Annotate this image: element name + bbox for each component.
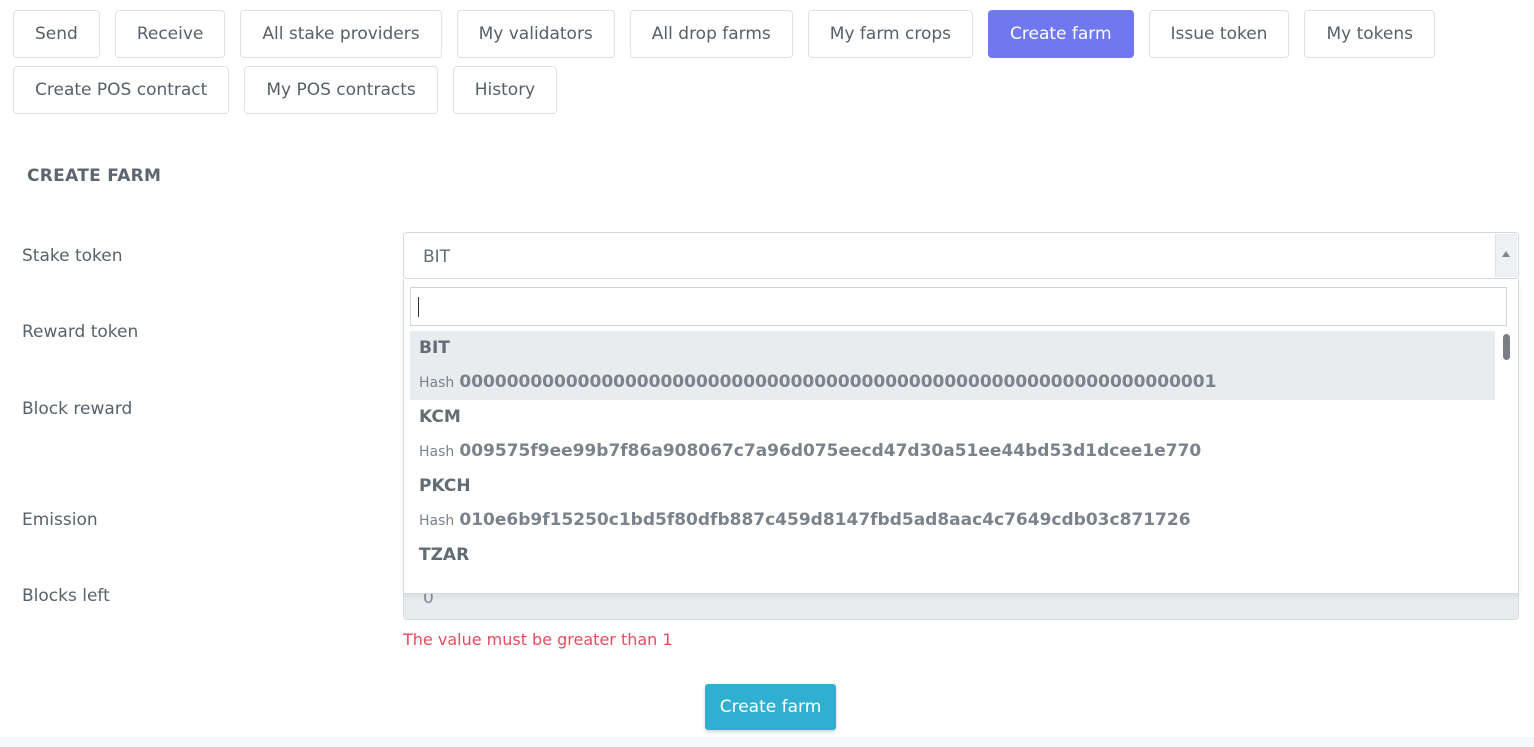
option-hash-row: Hash 00000000000000000000000000000000000… bbox=[419, 372, 1216, 392]
blocks-left-label: Blocks left bbox=[22, 586, 110, 606]
text-caret bbox=[418, 297, 419, 317]
tab-all-drop-farms[interactable]: All drop farms bbox=[629, 10, 793, 58]
dropdown-options-list: BIT Hash 0000000000000000000000000000000… bbox=[410, 331, 1495, 593]
tab-bar: Send Receive All stake providers My vali… bbox=[13, 10, 1523, 122]
tab-all-stake-providers[interactable]: All stake providers bbox=[240, 10, 442, 58]
block-reward-label: Block reward bbox=[22, 399, 133, 419]
option-hash: 0000000000000000000000000000000000000000… bbox=[459, 372, 1217, 392]
emission-label: Emission bbox=[22, 510, 98, 530]
dropdown-option[interactable]: KCM Hash 009575f9ee99b7f86a908067c7a96d0… bbox=[410, 400, 1495, 469]
option-symbol: BIT bbox=[419, 338, 450, 358]
tab-create-farm[interactable]: Create farm bbox=[988, 10, 1134, 58]
hash-label: Hash bbox=[419, 444, 455, 460]
stake-token-label: Stake token bbox=[22, 246, 123, 266]
tab-issue-token[interactable]: Issue token bbox=[1148, 10, 1290, 58]
option-hash: 009575f9ee99b7f86a908067c7a96d075eecd47d… bbox=[459, 441, 1202, 461]
option-hash: 010e6b9f15250c1bd5f80dfb887c459d8147fbd5… bbox=[459, 510, 1191, 530]
option-hash-row: Hash 009575f9ee99b7f86a908067c7a96d075ee… bbox=[419, 441, 1201, 461]
tab-row-1: Send Receive All stake providers My vali… bbox=[13, 10, 1523, 58]
dropdown-option[interactable]: PKCH Hash 010e6b9f15250c1bd5f80dfb887c45… bbox=[410, 469, 1495, 538]
dropdown-search-input[interactable] bbox=[410, 287, 1507, 326]
tab-my-validators[interactable]: My validators bbox=[456, 10, 615, 58]
footer-band bbox=[0, 737, 1534, 747]
dropdown-scrollbar[interactable] bbox=[1503, 334, 1510, 360]
tab-my-tokens[interactable]: My tokens bbox=[1304, 10, 1435, 58]
option-symbol: KCM bbox=[419, 407, 461, 427]
tab-my-pos-contracts[interactable]: My POS contracts bbox=[244, 66, 438, 114]
tab-my-farm-crops[interactable]: My farm crops bbox=[807, 10, 973, 58]
hash-label: Hash bbox=[419, 513, 455, 529]
dropdown-option[interactable]: TZAR bbox=[410, 538, 1495, 593]
stake-token-dropdown: BIT Hash 0000000000000000000000000000000… bbox=[403, 279, 1519, 594]
reward-token-label: Reward token bbox=[22, 322, 139, 342]
tab-row-2: Create POS contract My POS contracts His… bbox=[13, 66, 1523, 114]
page-title: CREATE FARM bbox=[27, 166, 162, 186]
tab-create-pos-contract[interactable]: Create POS contract bbox=[13, 66, 230, 114]
chevron-up-icon bbox=[1502, 251, 1510, 257]
create-farm-button[interactable]: Create farm bbox=[705, 684, 836, 730]
stake-token-selected-value: BIT bbox=[423, 247, 451, 267]
option-hash-row: Hash 010e6b9f15250c1bd5f80dfb887c459d814… bbox=[419, 510, 1191, 530]
select-arrow[interactable] bbox=[1495, 234, 1517, 277]
tab-history[interactable]: History bbox=[452, 66, 558, 114]
tab-send[interactable]: Send bbox=[13, 10, 100, 58]
stake-token-select[interactable]: BIT bbox=[403, 232, 1519, 279]
tab-receive[interactable]: Receive bbox=[114, 10, 226, 58]
option-symbol: TZAR bbox=[419, 545, 470, 565]
dropdown-option[interactable]: BIT Hash 0000000000000000000000000000000… bbox=[410, 331, 1495, 400]
option-symbol: PKCH bbox=[419, 476, 471, 496]
hash-label: Hash bbox=[419, 375, 455, 391]
blocks-left-error: The value must be greater than 1 bbox=[403, 630, 673, 649]
